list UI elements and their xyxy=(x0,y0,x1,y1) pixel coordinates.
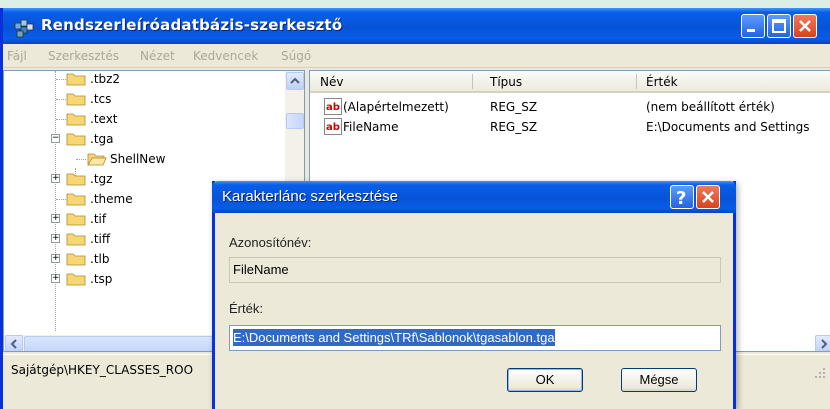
value-type: REG_SZ xyxy=(490,100,538,114)
value-type: REG_SZ xyxy=(490,120,538,134)
name-label: Azonosítónév: xyxy=(229,235,312,250)
folder-icon xyxy=(66,193,86,206)
tree-item-label: .tlb xyxy=(90,252,110,266)
scroll-up-button[interactable] xyxy=(286,72,304,90)
menu-help[interactable]: Súgó xyxy=(281,49,311,63)
folder-icon xyxy=(66,253,86,266)
menu-view[interactable]: Nézet xyxy=(140,49,175,63)
menu-bar: Fájl Szerkesztés Nézet Kedvencek Súgó xyxy=(3,44,830,68)
scroll-left-button[interactable] xyxy=(5,335,23,351)
maximize-icon xyxy=(772,19,786,33)
tree-item-label: .tsp xyxy=(90,272,113,286)
folder-icon xyxy=(66,273,86,286)
value-name: (Alapértelmezett) xyxy=(343,100,449,114)
tree-item-label: .tbz2 xyxy=(90,72,121,86)
title-bar[interactable]: Rendszerleíróadatbázis-szerkesztő xyxy=(3,8,830,44)
folder-icon xyxy=(66,173,86,186)
column-type[interactable]: Típus xyxy=(490,75,522,89)
tree-item-label: .text xyxy=(90,112,118,126)
value-data: E:\Documents and Settings xyxy=(646,120,810,134)
folder-icon xyxy=(66,73,86,86)
chevron-left-icon xyxy=(10,339,17,349)
ab-string-icon: ab xyxy=(324,98,342,115)
status-path: Sajátgép\HKEY_CLASSES_ROO xyxy=(11,363,194,377)
dialog-title: Karakterlánc szerkesztése xyxy=(222,188,398,205)
folder-open-icon xyxy=(87,153,107,166)
svg-text:ab: ab xyxy=(326,102,340,113)
list-row[interactable]: ab FileName REG_SZ E:\Documents and Sett… xyxy=(310,117,830,137)
window-title: Rendszerleíróadatbázis-szerkesztő xyxy=(41,16,343,34)
svg-text:?: ? xyxy=(676,188,686,208)
expand-icon[interactable]: + xyxy=(51,174,60,183)
folder-icon xyxy=(66,233,86,246)
menu-file[interactable]: Fájl xyxy=(7,49,27,63)
close-icon xyxy=(799,20,811,32)
value-text-selected: E:\Documents and Settings\TRf\Sablonok\t… xyxy=(233,329,555,346)
expand-icon[interactable]: + xyxy=(51,214,60,223)
name-field: FileName xyxy=(229,257,721,283)
value-input[interactable]: E:\Documents and Settings\TRf\Sablonok\t… xyxy=(229,325,721,351)
list-row[interactable]: ab (Alapértelmezett) REG_SZ (nem beállít… xyxy=(310,97,830,117)
dialog-title-bar[interactable]: Karakterlánc szerkesztése ? xyxy=(212,181,736,213)
expand-icon[interactable]: + xyxy=(51,254,60,263)
folder-icon xyxy=(66,133,86,146)
name-value: FileName xyxy=(233,262,289,277)
expand-icon[interactable]: + xyxy=(51,234,60,243)
ok-button[interactable]: OK xyxy=(507,368,583,392)
close-button[interactable] xyxy=(793,14,817,38)
value-data: (nem beállított érték) xyxy=(646,100,775,114)
column-value[interactable]: Érték xyxy=(646,75,678,89)
tree-item-label: .tiff xyxy=(90,232,111,246)
dialog-close-button[interactable] xyxy=(696,185,720,209)
close-icon xyxy=(702,191,714,203)
ab-string-icon: ab xyxy=(324,118,342,135)
folder-icon xyxy=(66,213,86,226)
tree-item-label: .theme xyxy=(90,192,133,206)
menu-edit[interactable]: Szerkesztés xyxy=(48,49,119,63)
help-button[interactable]: ? xyxy=(670,185,694,209)
value-label: Érték: xyxy=(229,301,263,316)
resize-grip-icon[interactable] xyxy=(814,367,826,379)
column-name[interactable]: Név xyxy=(320,75,343,89)
tree-item-label: .tgz xyxy=(90,172,113,186)
menu-favorites[interactable]: Kedvencek xyxy=(193,49,258,63)
scroll-right-button[interactable] xyxy=(815,335,830,351)
tree-item-label: .tcs xyxy=(90,92,112,106)
minimize-button[interactable] xyxy=(741,14,765,38)
collapse-icon[interactable]: − xyxy=(51,134,60,143)
scroll-thumb[interactable] xyxy=(286,113,304,129)
list-header: Név Típus Érték xyxy=(310,71,830,93)
chevron-right-icon xyxy=(821,339,828,349)
cancel-button[interactable]: Mégse xyxy=(621,368,697,392)
svg-text:ab: ab xyxy=(326,122,340,133)
maximize-button[interactable] xyxy=(767,14,791,38)
regedit-icon xyxy=(14,19,34,38)
chevron-up-icon xyxy=(290,77,300,84)
tree-line xyxy=(55,71,56,331)
folder-icon xyxy=(66,93,86,106)
question-icon: ? xyxy=(676,188,686,208)
expand-icon[interactable]: + xyxy=(51,274,60,283)
edit-string-dialog: Karakterlánc szerkesztése ? Azonosítónév… xyxy=(212,181,736,409)
tree-item-label: .tif xyxy=(90,212,107,226)
folder-icon xyxy=(66,113,86,126)
value-name: FileName xyxy=(343,120,399,134)
tree-item-label: ShellNew xyxy=(110,152,166,166)
tree-item-label: .tga xyxy=(90,132,114,146)
minimize-icon xyxy=(747,29,755,32)
